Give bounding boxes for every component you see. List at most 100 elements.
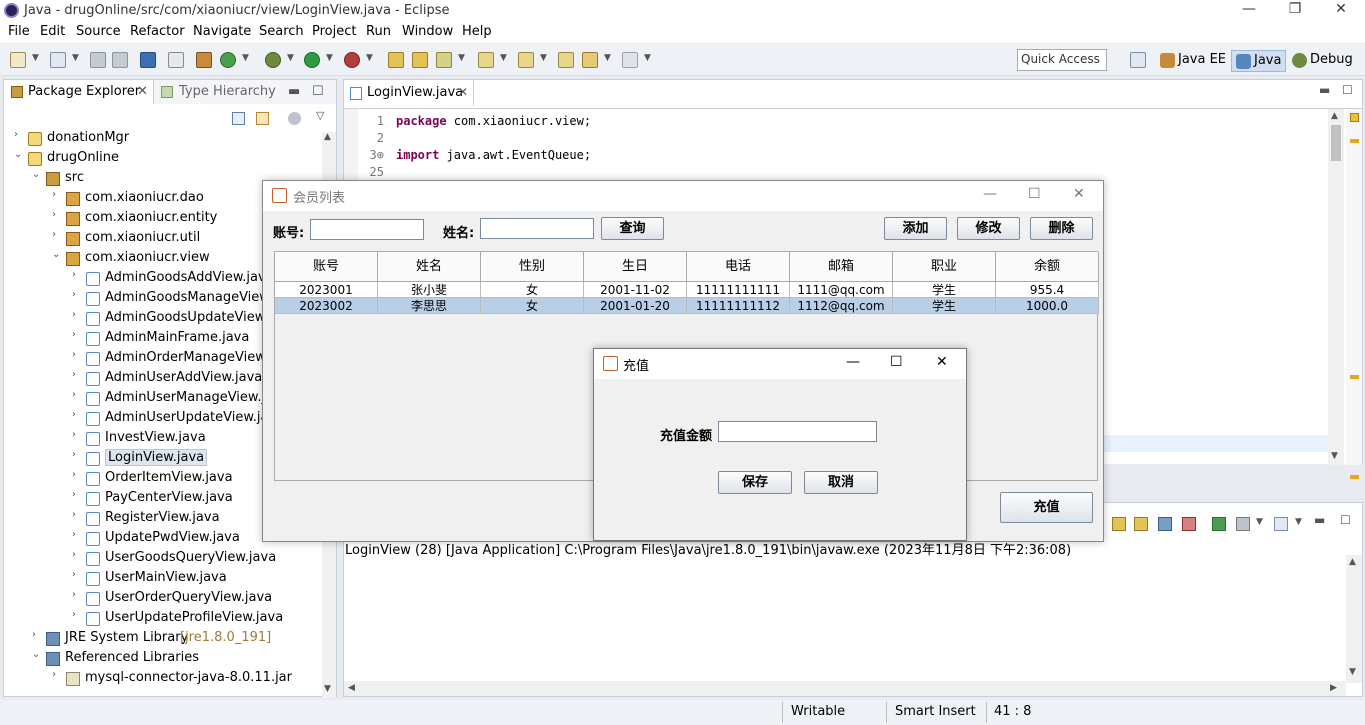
- tree-collapsed-icon[interactable]: ›: [72, 269, 82, 280]
- external-tools-icon[interactable]: [344, 52, 360, 68]
- add-button[interactable]: 添加: [884, 217, 947, 240]
- menu-search[interactable]: Search: [259, 24, 304, 39]
- tab-type-hierarchy[interactable]: Type Hierarchy: [159, 80, 279, 104]
- table-cell[interactable]: 女: [481, 298, 584, 314]
- table-column-header[interactable]: 生日: [584, 252, 687, 282]
- back-icon[interactable]: [582, 52, 598, 68]
- tree-expanded-icon[interactable]: ⌄: [32, 649, 42, 660]
- table-column-header[interactable]: 邮箱: [790, 252, 893, 282]
- save-icon[interactable]: [90, 52, 106, 68]
- tree-expanded-icon[interactable]: ⌄: [14, 149, 24, 160]
- tree-collapsed-icon[interactable]: ›: [52, 229, 62, 240]
- console-scrollbar-v[interactable]: ▲ ▼: [1346, 555, 1362, 683]
- close-button[interactable]: ✕: [1318, 1, 1364, 21]
- minimize-button[interactable]: —: [1226, 1, 1272, 21]
- open-perspective-icon[interactable]: [1130, 52, 1146, 68]
- table-cell[interactable]: 1000.0: [996, 298, 1099, 314]
- member-minimize-button[interactable]: —: [983, 186, 997, 202]
- tree-scroll-down-icon[interactable]: ▼: [324, 684, 331, 694]
- table-cell[interactable]: 张小斐: [378, 282, 481, 298]
- tree-collapsed-icon[interactable]: ›: [72, 309, 82, 320]
- tree-collapsed-icon[interactable]: ›: [72, 489, 82, 500]
- prev-annotation-icon[interactable]: [518, 52, 534, 68]
- last-edit-icon[interactable]: [558, 52, 574, 68]
- query-button[interactable]: 查询: [601, 217, 664, 240]
- save-button[interactable]: 保存: [718, 471, 792, 494]
- console-scroll-left-icon[interactable]: ◀: [348, 683, 355, 693]
- skip-breakpoints-icon[interactable]: [168, 52, 184, 68]
- refresh-dropdown-icon[interactable]: ▼: [242, 53, 249, 63]
- console-minimize-icon[interactable]: ▬: [1314, 513, 1325, 527]
- tree-collapsed-icon[interactable]: ›: [14, 129, 24, 140]
- tree-collapsed-icon[interactable]: ›: [72, 449, 82, 460]
- table-cell[interactable]: 李思思: [378, 298, 481, 314]
- tree-expanded-icon[interactable]: ⌄: [32, 169, 42, 180]
- quick-access-input[interactable]: Quick Access: [1017, 49, 1107, 71]
- forward-dropdown-icon[interactable]: ▼: [644, 53, 651, 63]
- tree-collapsed-icon[interactable]: ›: [72, 469, 82, 480]
- console-icon[interactable]: [140, 52, 156, 68]
- tree-scroll-up-icon[interactable]: ▲: [324, 132, 331, 142]
- editor-scroll-down-icon[interactable]: ▼: [1331, 451, 1338, 461]
- table-cell[interactable]: 1111@qq.com: [790, 282, 893, 298]
- debug-dropdown-icon[interactable]: ▼: [287, 53, 294, 63]
- filter-icon[interactable]: [288, 112, 301, 125]
- recharge-maximize-button[interactable]: ☐: [890, 354, 903, 370]
- table-column-header[interactable]: 余额: [996, 252, 1099, 282]
- forward-icon[interactable]: [622, 52, 638, 68]
- view-menu-icon[interactable]: ▽: [316, 109, 324, 122]
- tree-collapsed-icon[interactable]: ›: [72, 349, 82, 360]
- edit-button[interactable]: 修改: [957, 217, 1020, 240]
- console-maximize-icon[interactable]: ☐: [1340, 513, 1351, 527]
- warning-marker-icon[interactable]: [1350, 475, 1359, 479]
- recharge-close-button[interactable]: ✕: [936, 354, 948, 370]
- table-column-header[interactable]: 姓名: [378, 252, 481, 282]
- account-input[interactable]: [310, 219, 424, 240]
- next-annotation-icon[interactable]: [478, 52, 494, 68]
- console-toolbar-icon[interactable]: [1274, 517, 1288, 531]
- warning-marker-icon[interactable]: [1350, 375, 1359, 379]
- table-cell[interactable]: 11111111112: [687, 298, 790, 314]
- tree-collapsed-icon[interactable]: ›: [72, 569, 82, 580]
- delete-button[interactable]: 删除: [1030, 217, 1093, 240]
- cancel-button[interactable]: 取消: [804, 471, 878, 494]
- run-icon[interactable]: [304, 52, 320, 68]
- back-dropdown-icon[interactable]: ▼: [604, 53, 611, 63]
- table-cell[interactable]: 955.4: [996, 282, 1099, 298]
- perspective-java-ee[interactable]: Java EE: [1156, 50, 1230, 72]
- restore-button[interactable]: ❐: [1272, 1, 1318, 21]
- warning-marker-icon[interactable]: [1350, 139, 1359, 143]
- menu-source[interactable]: Source: [76, 24, 121, 39]
- console-dropdown-icon[interactable]: ▼: [1295, 517, 1302, 527]
- new-dropdown-icon[interactable]: ▼: [32, 53, 39, 63]
- tree-collapsed-icon[interactable]: ›: [52, 669, 62, 680]
- tab-package-explorer[interactable]: Package Explorer ✕: [4, 80, 154, 104]
- tree-collapsed-icon[interactable]: ›: [72, 509, 82, 520]
- menu-navigate[interactable]: Navigate: [193, 24, 251, 39]
- tree-collapsed-icon[interactable]: ›: [72, 609, 82, 620]
- table-cell[interactable]: 11111111111: [687, 282, 790, 298]
- debug-icon[interactable]: [265, 52, 281, 68]
- new-wizard-dropdown-icon[interactable]: ▼: [72, 53, 79, 63]
- editor-scroll-thumb[interactable]: [1331, 125, 1341, 161]
- table-column-header[interactable]: 性别: [481, 252, 584, 282]
- editor-tab-close-icon[interactable]: ✕: [458, 85, 468, 99]
- tree-expanded-icon[interactable]: ⌄: [52, 249, 62, 260]
- menu-window[interactable]: Window: [402, 24, 453, 39]
- new-wizard-icon[interactable]: [50, 52, 66, 68]
- console-toolbar-icon[interactable]: [1182, 517, 1196, 531]
- panel-minimize-icon[interactable]: ▬: [288, 84, 300, 99]
- tree-collapsed-icon[interactable]: ›: [72, 289, 82, 300]
- tree-collapsed-icon[interactable]: ›: [52, 189, 62, 200]
- menu-file[interactable]: File: [8, 24, 30, 39]
- table-cell[interactable]: 2001-01-20: [584, 298, 687, 314]
- warning-marker-icon[interactable]: [1350, 113, 1359, 122]
- tab-close-icon[interactable]: ✕: [137, 84, 148, 99]
- menu-refactor[interactable]: Refactor: [130, 24, 185, 39]
- perspective-debug[interactable]: Debug: [1288, 50, 1357, 72]
- table-column-header[interactable]: 账号: [275, 252, 378, 282]
- console-toolbar-icon[interactable]: [1134, 517, 1148, 531]
- refresh-icon[interactable]: [220, 52, 236, 68]
- tree-collapsed-icon[interactable]: ›: [72, 329, 82, 340]
- tree-collapsed-icon[interactable]: ›: [32, 629, 42, 640]
